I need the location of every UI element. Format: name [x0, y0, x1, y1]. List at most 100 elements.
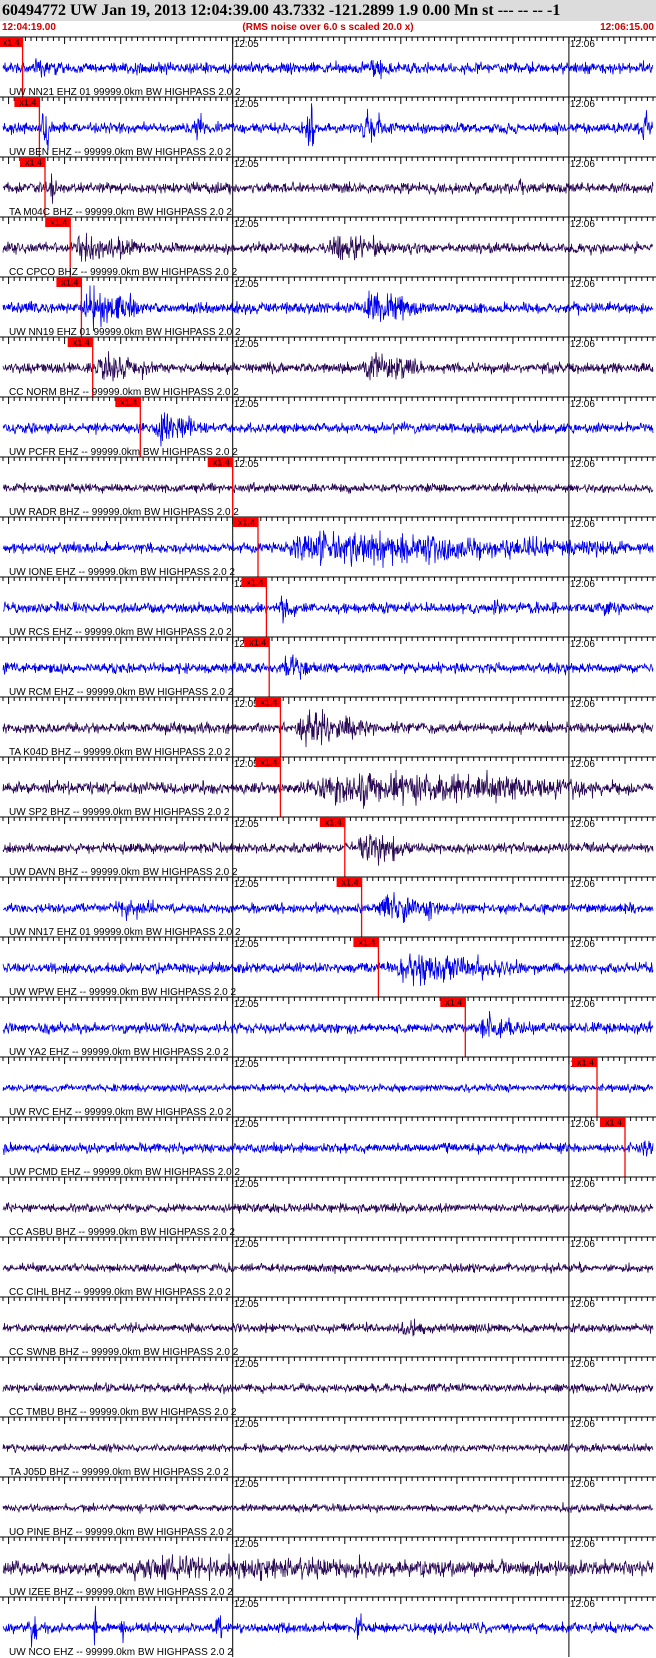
pick-label: x1.4	[577, 1058, 594, 1068]
pick-label: x1.4	[246, 578, 263, 588]
trace-label: UW NN17 EHZ 01 99999.0km BW HIGHPASS 2.0…	[9, 927, 241, 938]
seismogram-plot: 12:05 12:06x1.4UW NN21 EHZ 01 99999.0km B…	[0, 36, 656, 1658]
trace-label: UW RCM EHZ -- 99999.0km BW HIGHPASS 2.0 …	[9, 687, 234, 698]
trace-label: UW IONE EHZ -- 99999.0km BW HIGHPASS 2.0…	[9, 567, 235, 578]
trace-label: TA M04C BHZ -- 99999.0km BW HIGHPASS 2.0…	[9, 207, 232, 218]
minute-label: 12:05	[234, 99, 259, 110]
trace-row: 12:0512:06x1.4UW RCM EHZ -- 99999.0km BW…	[0, 636, 656, 698]
trace-label: UW PCMD EHZ -- 99999.0km BW HIGHPASS 2.0…	[9, 1167, 240, 1178]
minute-label: 12:05	[234, 699, 259, 710]
minute-label: 12:06	[570, 879, 595, 890]
minute-label: 12:05	[234, 339, 259, 350]
minute-label: 12:06	[570, 459, 595, 470]
trace-label: CC ASBU BHZ -- 99999.0km BW HIGHPASS 2.0…	[9, 1227, 235, 1238]
minute-label: 12:06	[570, 1539, 595, 1550]
waveform	[2, 1010, 654, 1039]
waveform	[2, 232, 654, 262]
trace-label: UW RCS EHZ -- 99999.0km BW HIGHPASS 2.0 …	[9, 627, 232, 638]
pick-label: x1.4	[445, 998, 462, 1008]
pick-label: x1.4	[605, 1118, 622, 1128]
trace-row: 12:05 12:06 CC CIHL BHZ -- 99999.0km BW HI…	[0, 1236, 656, 1298]
pick-label: x1.4	[238, 518, 255, 528]
minute-label: 12:06	[570, 219, 595, 230]
minute-label: 12:05	[234, 1479, 259, 1490]
minute-label: 12:05	[234, 219, 259, 230]
pick-label: x1.4	[19, 98, 36, 108]
minute-label: 12:06	[570, 939, 595, 950]
minute-label: 12:06	[570, 1299, 595, 1310]
trace-row: 12:05 12:06 x1.4 UW RADR BHZ -- 99999.0km B…	[0, 456, 656, 518]
trace-label: UO PINE BHZ -- 99999.0km BW HIGHPASS 2.0…	[9, 1527, 233, 1538]
trace-row: 12:05 12:06 x1.4 UW DAVN BHZ -- 99999.0km B…	[0, 816, 656, 878]
pick-label: x1.4	[50, 218, 67, 228]
waveform	[2, 654, 654, 680]
minute-label: 12:05	[234, 1419, 259, 1430]
waveform	[2, 1553, 654, 1582]
waveform	[2, 1261, 654, 1275]
trace-row: 12:05 12:06 x1.4 TA M04C BHZ -- 99999.0km B…	[0, 156, 656, 218]
waveform	[2, 769, 654, 809]
trace-row: 12:05 12:06 x1.4 UW WPW EHZ -- 99999.0km BW…	[0, 936, 656, 998]
minute-label: 12:06	[570, 579, 595, 590]
trace-label: CC SWNB BHZ -- 99999.0km BW HIGHPASS 2.0…	[9, 1347, 239, 1358]
trace-row: 12:05 12:06 UO PINE BHZ -- 99999.0km BW HI…	[0, 1476, 656, 1538]
waveform	[2, 1442, 654, 1454]
trace-row: 12:05 12:06 x1.4 UW PCFR EHZ -- 99999.0km B…	[0, 396, 656, 458]
waveform	[2, 58, 654, 80]
trace-label: CC CPCO BHZ -- 99999.0km BW HIGHPASS 2.0…	[9, 267, 238, 278]
trace-label: CC CIHL BHZ -- 99999.0km BW HIGHPASS 2.0…	[9, 1287, 231, 1298]
trace-row: 12:05 12:06 CC TMBU BHZ -- 99999.0km BW HI…	[0, 1356, 656, 1418]
waveform	[2, 481, 654, 494]
trace-row: 12:05 12:06 x1.4 UW SP2 BHZ -- 99999.0km BW…	[0, 756, 656, 818]
minute-label: 12:05	[234, 1539, 259, 1550]
trace-row: 12:05 12:06 TA J05D BHZ -- 99999.0km BW HI…	[0, 1416, 656, 1478]
minute-label: 12:05	[234, 759, 259, 770]
waveform	[2, 1318, 654, 1337]
trace-row: 12:05 12:06 UW NCO EHZ -- 99999.0km BW HIG…	[0, 1596, 656, 1658]
minute-label: 12:05	[234, 1239, 259, 1250]
pick-label: x1.4	[358, 938, 375, 948]
pick-label: x1.4	[249, 638, 266, 648]
waveform	[2, 173, 654, 204]
trace-row: 12:05 12:06 x1.4 CC CPCO BHZ -- 99999.0km B…	[0, 216, 656, 278]
minute-label: 12:06	[570, 279, 595, 290]
minute-label: 12:06	[570, 699, 595, 710]
minute-label: 12:06	[570, 1479, 595, 1490]
minute-label: 12:06	[570, 1239, 595, 1250]
trace-row: 12:05 12:06 x1.4 UW NN21 EHZ 01 99999.0km B…	[0, 36, 656, 98]
trace-label: UW NCO EHZ -- 99999.0km BW HIGHPASS 2.0 …	[9, 1647, 233, 1658]
waveform	[2, 1082, 654, 1094]
pick-label: x1.4	[25, 158, 42, 168]
minute-label: 12:06	[570, 1599, 595, 1610]
trace-label: UW NN19 EHZ 01 99999.0km BW HIGHPASS 2.0…	[9, 327, 241, 338]
minute-label: 12:06	[570, 999, 595, 1010]
minute-label: 12:05	[234, 1359, 259, 1370]
waveform	[2, 1502, 654, 1515]
minute-label: 12:05	[234, 999, 259, 1010]
trace-row: 12:05 12:06 CC ASBU BHZ -- 99999.0km BW HI…	[0, 1176, 656, 1238]
waveform	[2, 103, 654, 151]
minute-label: 12:05	[234, 1299, 259, 1310]
minute-label: 12:06	[570, 519, 595, 530]
waveform	[2, 833, 654, 866]
minute-label: 12:06	[570, 1119, 595, 1130]
waveform	[2, 530, 654, 568]
trace-row: 12:05 12:06 x1.4 TA K04D BHZ -- 99999.0km B…	[0, 696, 656, 758]
trace-row: 12:0512:06x1.4UW RVC EHZ -- 99999.0km BW…	[0, 1056, 656, 1118]
trace-label: UW BEN EHZ -- 99999.0km BW HIGHPASS 2.0 …	[9, 147, 232, 158]
minute-label: 12:05	[234, 1059, 259, 1070]
trace-label: CC NORM BHZ -- 99999.0km BW HIGHPASS 2.0…	[9, 387, 239, 398]
minute-label: 12:06	[570, 1419, 595, 1430]
minute-label: 12:06	[570, 1359, 595, 1370]
trace-label: UW RVC EHZ -- 99999.0km BW HIGHPASS 2.0 …	[9, 1107, 232, 1118]
minute-label: 12:05	[234, 1179, 259, 1190]
minute-label: 12:05	[234, 1119, 259, 1130]
waveform	[2, 412, 654, 447]
minute-label: 12:06	[570, 759, 595, 770]
minute-label: 12:06	[570, 159, 595, 170]
waveform	[2, 1140, 654, 1157]
minute-label: 12:05	[234, 39, 259, 50]
trace-label: UW DAVN BHZ -- 99999.0km BW HIGHPASS 2.0…	[9, 867, 238, 878]
pick-label: x1.4	[325, 818, 342, 828]
trace-row: 12:0512:06x1.4UW IONE EHZ -- 99999.0km B…	[0, 516, 656, 578]
